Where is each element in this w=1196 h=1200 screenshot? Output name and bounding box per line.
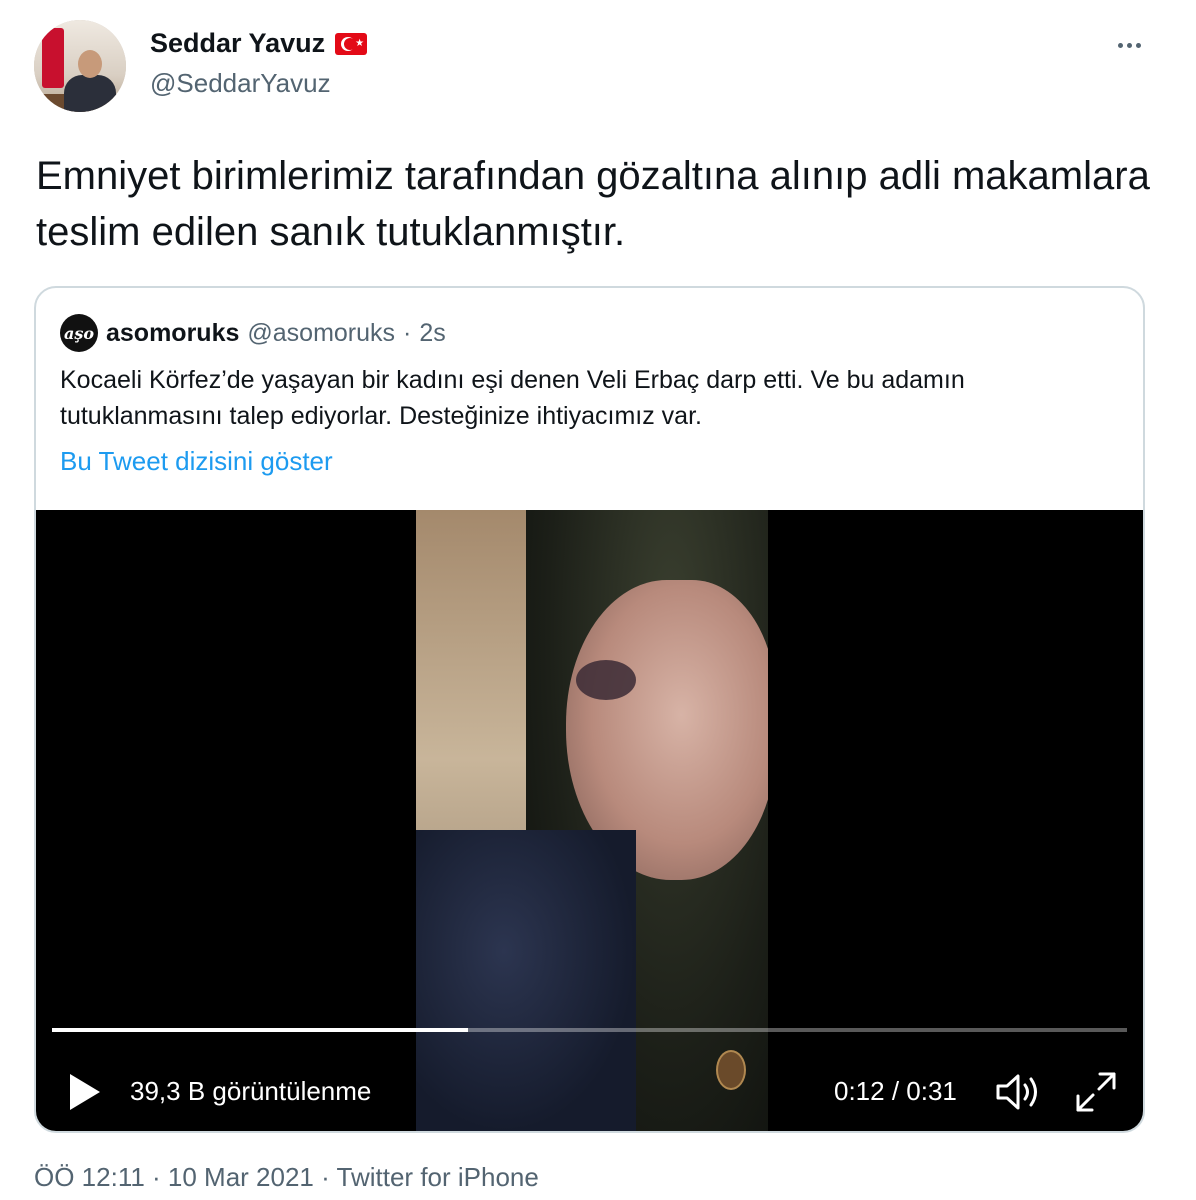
quoted-tweet-header: aşo asomoruks @asomoruks · 2s [60, 314, 446, 352]
author-display-name[interactable]: Seddar Yavuz [150, 28, 325, 59]
video-frame [416, 510, 768, 1131]
fullscreen-icon[interactable] [1074, 1070, 1118, 1114]
quoted-author-handle: @asomoruks [247, 318, 396, 347]
show-thread-link[interactable]: Bu Tweet dizisini göster [60, 446, 333, 477]
quoted-author-avatar: aşo [60, 314, 98, 352]
quoted-tweet-text: Kocaeli Körfez’de yaşayan bir kadını eşi… [60, 366, 965, 430]
video-timecode: 0:12 / 0:31 [834, 1076, 957, 1106]
tweet-header: Seddar Yavuz ★ @SeddarYavuz [0, 0, 1196, 130]
author-name-row: Seddar Yavuz ★ [150, 28, 368, 59]
volume-icon[interactable] [994, 1070, 1042, 1114]
separator-dot: · [403, 318, 412, 347]
play-icon[interactable] [66, 1072, 102, 1112]
video-player[interactable]: 39,3 B görüntülenme 0:12 / 0:31 [36, 510, 1143, 1131]
video-controls: 39,3 B görüntülenme 0:12 / 0:31 [36, 1050, 1143, 1130]
video-progress-bar[interactable] [52, 1028, 1127, 1032]
quoted-tweet-card[interactable]: aşo asomoruks @asomoruks · 2s Kocaeli Kö… [34, 286, 1145, 1133]
turkey-flag-icon: ★ [335, 32, 368, 55]
tweet-text: Emniyet birimlerimiz tarafından gözaltın… [36, 154, 1150, 254]
author-avatar[interactable] [34, 20, 126, 112]
view-count: 39,3 B görüntülenme [130, 1076, 372, 1106]
quoted-author-name: asomoruks [106, 318, 240, 347]
video-progress-fill [52, 1028, 469, 1032]
tweet-meta[interactable]: ÖÖ 12:11 · 10 Mar 2021 · Twitter for iPh… [34, 1162, 539, 1193]
quoted-tweet-time: 2s [419, 318, 446, 347]
more-horizontal-icon[interactable] [1112, 30, 1146, 60]
author-handle[interactable]: @SeddarYavuz [150, 68, 331, 99]
